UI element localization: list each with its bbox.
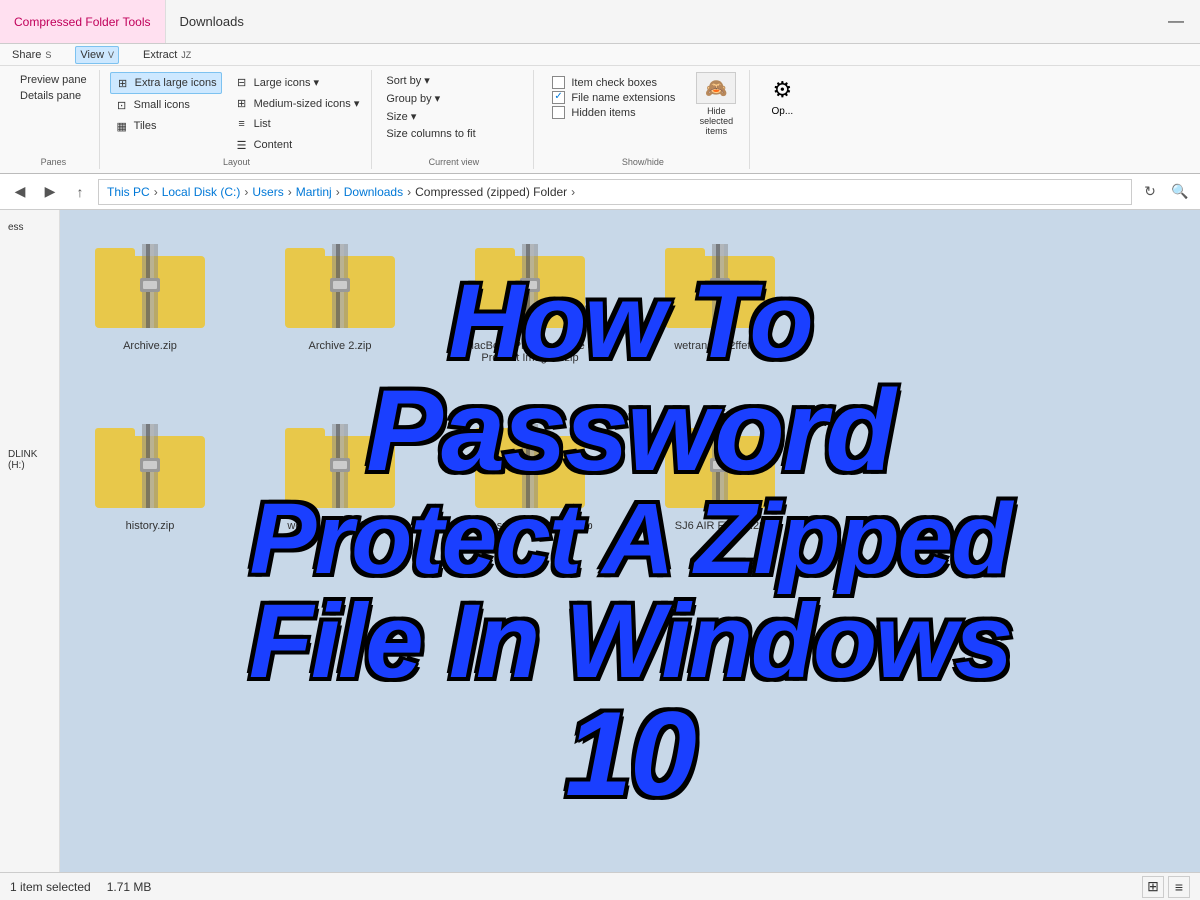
ribbon-layout-group: ⊞ Extra large icons ⊡ Small icons ▦ Tile… (102, 70, 373, 169)
file-name-extensions-checkbox[interactable] (552, 91, 565, 104)
bc-users[interactable]: Users (252, 185, 283, 199)
hidden-items-checkbox[interactable] (552, 106, 565, 119)
file-item-archive[interactable]: Archive.zip (70, 230, 230, 370)
ribbon-tab-extract[interactable]: Extract JZ (139, 47, 195, 63)
zip-folder-svg (90, 236, 210, 336)
hidden-items-item: Hidden items (552, 106, 675, 119)
small-grid-icon: ⊡ (114, 97, 130, 113)
zip-folder-svg-4 (660, 236, 780, 336)
file-name-history: history.zip (126, 520, 175, 532)
forward-button[interactable]: ▶ (38, 180, 62, 204)
zip-folder-svg-2 (280, 236, 400, 336)
sidebar: ess DLINK (H:) (0, 210, 60, 872)
file-name-wetransfer1: wetransfer-2ffef1... (674, 340, 766, 352)
bc-local-disk[interactable]: Local Disk (C:) (162, 185, 241, 199)
file-item-wetransfer2[interactable]: wetransfer-bcefb7.zip (260, 410, 420, 538)
file-name-extensions-item: File name extensions (552, 91, 675, 104)
file-row-1: Archive.zip Archive 2.zip (70, 230, 1190, 370)
back-button[interactable]: ◀ (8, 180, 32, 204)
tab-downloads[interactable]: Downloads (166, 0, 258, 43)
status-item-count: 1 item selected (10, 880, 91, 894)
ribbon: Share S View V Extract JZ Preview pane D… (0, 44, 1200, 174)
file-name-wetransfer2: wetransfer-bcefb7.zip (287, 520, 392, 532)
ribbon-showhide-group: Item check boxes File name extensions Hi… (536, 70, 750, 169)
file-area: Archive.zip Archive 2.zip (60, 210, 1200, 872)
minimize-button[interactable]: — (1152, 0, 1200, 43)
breadcrumb[interactable]: This PC › Local Disk (C:) › Users › Mart… (98, 179, 1132, 205)
grid-icon: ⊞ (115, 75, 131, 91)
ribbon-tab-share[interactable]: Share S (8, 47, 55, 63)
view-large-btn[interactable]: ⊞ (1142, 876, 1164, 898)
details-pane-btn[interactable]: Details pane (16, 88, 85, 104)
bc-martinj[interactable]: Martinj (296, 185, 332, 199)
ribbon-options-group: ⚙ Op... (752, 70, 812, 169)
search-button[interactable]: 🔍 (1168, 180, 1192, 204)
status-size: 1.71 MB (107, 880, 152, 894)
item-check-boxes-item: Item check boxes (552, 76, 675, 89)
options-icon: ⚙ (768, 76, 796, 104)
sidebar-item-dlink[interactable]: DLINK (H:) (4, 445, 55, 475)
hide-selected-group: 🙈 Hide selected items (691, 72, 741, 136)
file-item-macbook[interactable]: MacBook Pro Showcase & Product Images .z… (450, 230, 610, 370)
small-icons-btn[interactable]: ⊡ Small icons (110, 95, 222, 115)
showhide-checkboxes: Item check boxes File name extensions Hi… (544, 72, 683, 123)
tab-compressed-folder-tools[interactable]: Compressed Folder Tools (0, 0, 166, 43)
refresh-button[interactable]: ↻ (1138, 180, 1162, 204)
bc-this-pc[interactable]: This PC (107, 185, 150, 199)
sort-by-btn[interactable]: Sort by ▾ (382, 72, 479, 89)
file-name-macbook: MacBook Pro Showcase & Product Images .z… (460, 340, 600, 364)
sidebar-item-ess[interactable]: ess (4, 218, 55, 237)
file-row-2: history.zip wetransfer-bcefb7.zip (70, 410, 1190, 538)
bc-compressed[interactable]: Compressed (zipped) Folder (415, 185, 567, 199)
preview-pane-btn[interactable]: Preview pane (16, 72, 91, 88)
file-item-archive2[interactable]: Archive 2.zip (260, 230, 420, 370)
zip-folder-svg-6 (280, 416, 400, 516)
tiles-btn[interactable]: ▦ Tiles (110, 116, 222, 136)
file-item-wetransfer1[interactable]: wetransfer-2ffef1... (640, 230, 800, 370)
list-icon: ≡ (234, 116, 250, 132)
medium-icons-btn[interactable]: ⊞ Medium-sized icons ▾ (230, 93, 364, 113)
zip-folder-svg-3 (470, 236, 590, 336)
file-item-spacesniffer[interactable]: spacesniffer_1_3_0_2.zip (450, 410, 610, 538)
size-columns-btn[interactable]: Size columns to fit (382, 126, 479, 142)
ribbon-current-view-group: Sort by ▾ Group by ▾ Size ▾ Size columns… (374, 70, 534, 169)
hide-selected-icon[interactable]: 🙈 (696, 72, 736, 104)
large-icons-btn[interactable]: ⊟ Large icons ▾ (230, 72, 364, 92)
content-icon: ☰ (234, 137, 250, 153)
size-btn[interactable]: Size ▾ (382, 108, 479, 125)
file-name-sj6: SJ6 AIR FW 12.28 (675, 520, 765, 532)
view-list-btn[interactable]: ≡ (1168, 876, 1190, 898)
title-bar: Compressed Folder Tools Downloads — (0, 0, 1200, 44)
file-item-sj6[interactable]: SJ6 AIR FW 12.28 (640, 410, 800, 538)
ribbon-panes-group: Preview pane Details pane Panes (8, 70, 100, 169)
zip-folder-svg-8 (660, 416, 780, 516)
hide-selected-label: Hide selected items (691, 106, 741, 136)
group-by-btn[interactable]: Group by ▾ (382, 90, 479, 107)
file-item-history[interactable]: history.zip (70, 410, 230, 538)
options-btn[interactable]: ⚙ Op... (760, 72, 804, 121)
zip-folder-svg-7 (470, 416, 590, 516)
medium-grid-icon: ⊞ (234, 95, 250, 111)
tiles-icon: ▦ (114, 118, 130, 134)
extra-large-icons-btn[interactable]: ⊞ Extra large icons (110, 72, 222, 94)
file-name-archive2: Archive 2.zip (309, 340, 372, 352)
main-area: ess DLINK (H:) (0, 210, 1200, 872)
content-btn[interactable]: ☰ Content (230, 135, 364, 155)
list-btn[interactable]: ≡ List (230, 114, 364, 134)
large-grid-icon: ⊟ (234, 74, 250, 90)
status-bar: 1 item selected 1.71 MB ⊞ ≡ (0, 872, 1200, 900)
bc-downloads[interactable]: Downloads (344, 185, 403, 199)
tab-downloads-label: Downloads (180, 14, 244, 29)
tab-compressed-label: Compressed Folder Tools (14, 15, 151, 29)
ribbon-body: Preview pane Details pane Panes ⊞ Extra … (0, 66, 1200, 173)
file-name-spacesniffer: spacesniffer_1_3_0_2.zip (467, 520, 592, 532)
address-bar: ◀ ▶ ↑ This PC › Local Disk (C:) › Users … (0, 174, 1200, 210)
item-check-boxes-checkbox[interactable] (552, 76, 565, 89)
up-button[interactable]: ↑ (68, 180, 92, 204)
ribbon-tabs: Share S View V Extract JZ (0, 44, 1200, 66)
zip-folder-svg-5 (90, 416, 210, 516)
file-name-archive: Archive.zip (123, 340, 177, 352)
ribbon-tab-view[interactable]: View V (75, 46, 119, 64)
